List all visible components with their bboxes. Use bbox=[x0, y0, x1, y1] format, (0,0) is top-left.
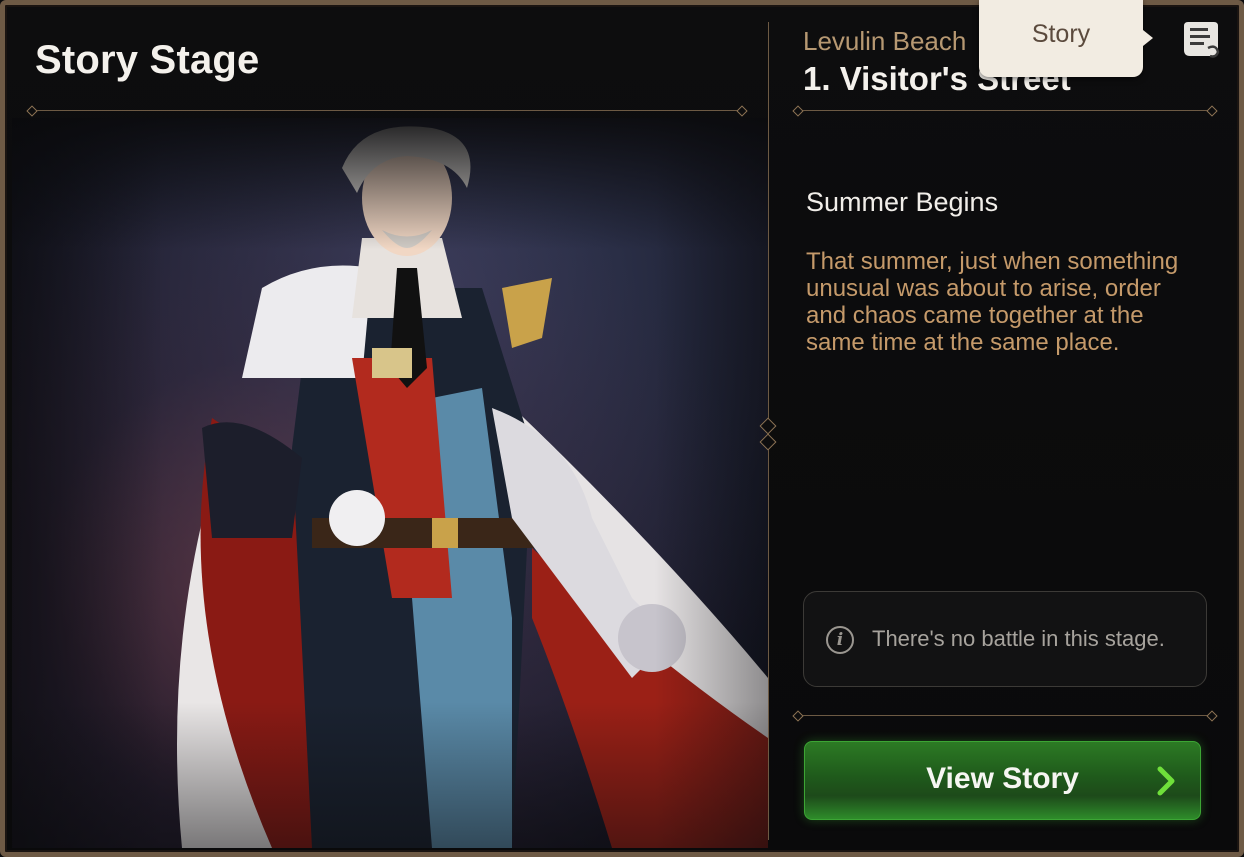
tie bbox=[390, 268, 427, 388]
gold-epaulette bbox=[502, 278, 552, 348]
arm-left bbox=[202, 422, 302, 538]
scroll-icon[interactable] bbox=[1178, 16, 1224, 62]
story-scroll-icon bbox=[1184, 22, 1220, 58]
cape-right bbox=[482, 378, 768, 818]
stage-location: Levulin Beach bbox=[803, 26, 967, 56]
belt bbox=[312, 518, 542, 548]
info-icon: i bbox=[826, 626, 854, 654]
action-divider bbox=[798, 715, 1212, 716]
collar bbox=[352, 238, 462, 318]
no-battle-notice: i There's no battle in this stage. bbox=[803, 591, 1207, 687]
view-story-label: View Story bbox=[926, 762, 1079, 795]
story-description: That summer, just when something unusual… bbox=[806, 248, 1179, 356]
view-story-button[interactable]: View Story bbox=[804, 741, 1201, 820]
mustache bbox=[382, 230, 432, 248]
medal bbox=[372, 348, 412, 378]
coat bbox=[292, 288, 532, 848]
face bbox=[362, 140, 452, 256]
glove-left bbox=[329, 490, 385, 546]
sash bbox=[352, 358, 452, 598]
stage-divider bbox=[798, 110, 1212, 111]
chevron-right-icon bbox=[1157, 766, 1175, 796]
character-illustration bbox=[177, 126, 768, 848]
tooltip-label: Story bbox=[1031, 20, 1091, 48]
armored-arm bbox=[492, 408, 672, 678]
belt-buckle bbox=[432, 518, 458, 548]
story-title: Summer Begins bbox=[806, 187, 999, 217]
cape-right-red bbox=[532, 548, 768, 848]
cape-white bbox=[177, 448, 312, 848]
hair bbox=[342, 126, 471, 193]
page-title: Story Stage bbox=[35, 38, 260, 82]
character-artwork bbox=[12, 118, 768, 848]
shoulder-left bbox=[242, 265, 372, 378]
notice-text: There's no battle in this stage. bbox=[872, 626, 1165, 651]
title-divider bbox=[32, 110, 742, 111]
gauntlet bbox=[618, 604, 686, 672]
story-tooltip: Story bbox=[979, 0, 1153, 77]
coat-blue bbox=[382, 388, 512, 848]
cape-red bbox=[200, 418, 432, 848]
